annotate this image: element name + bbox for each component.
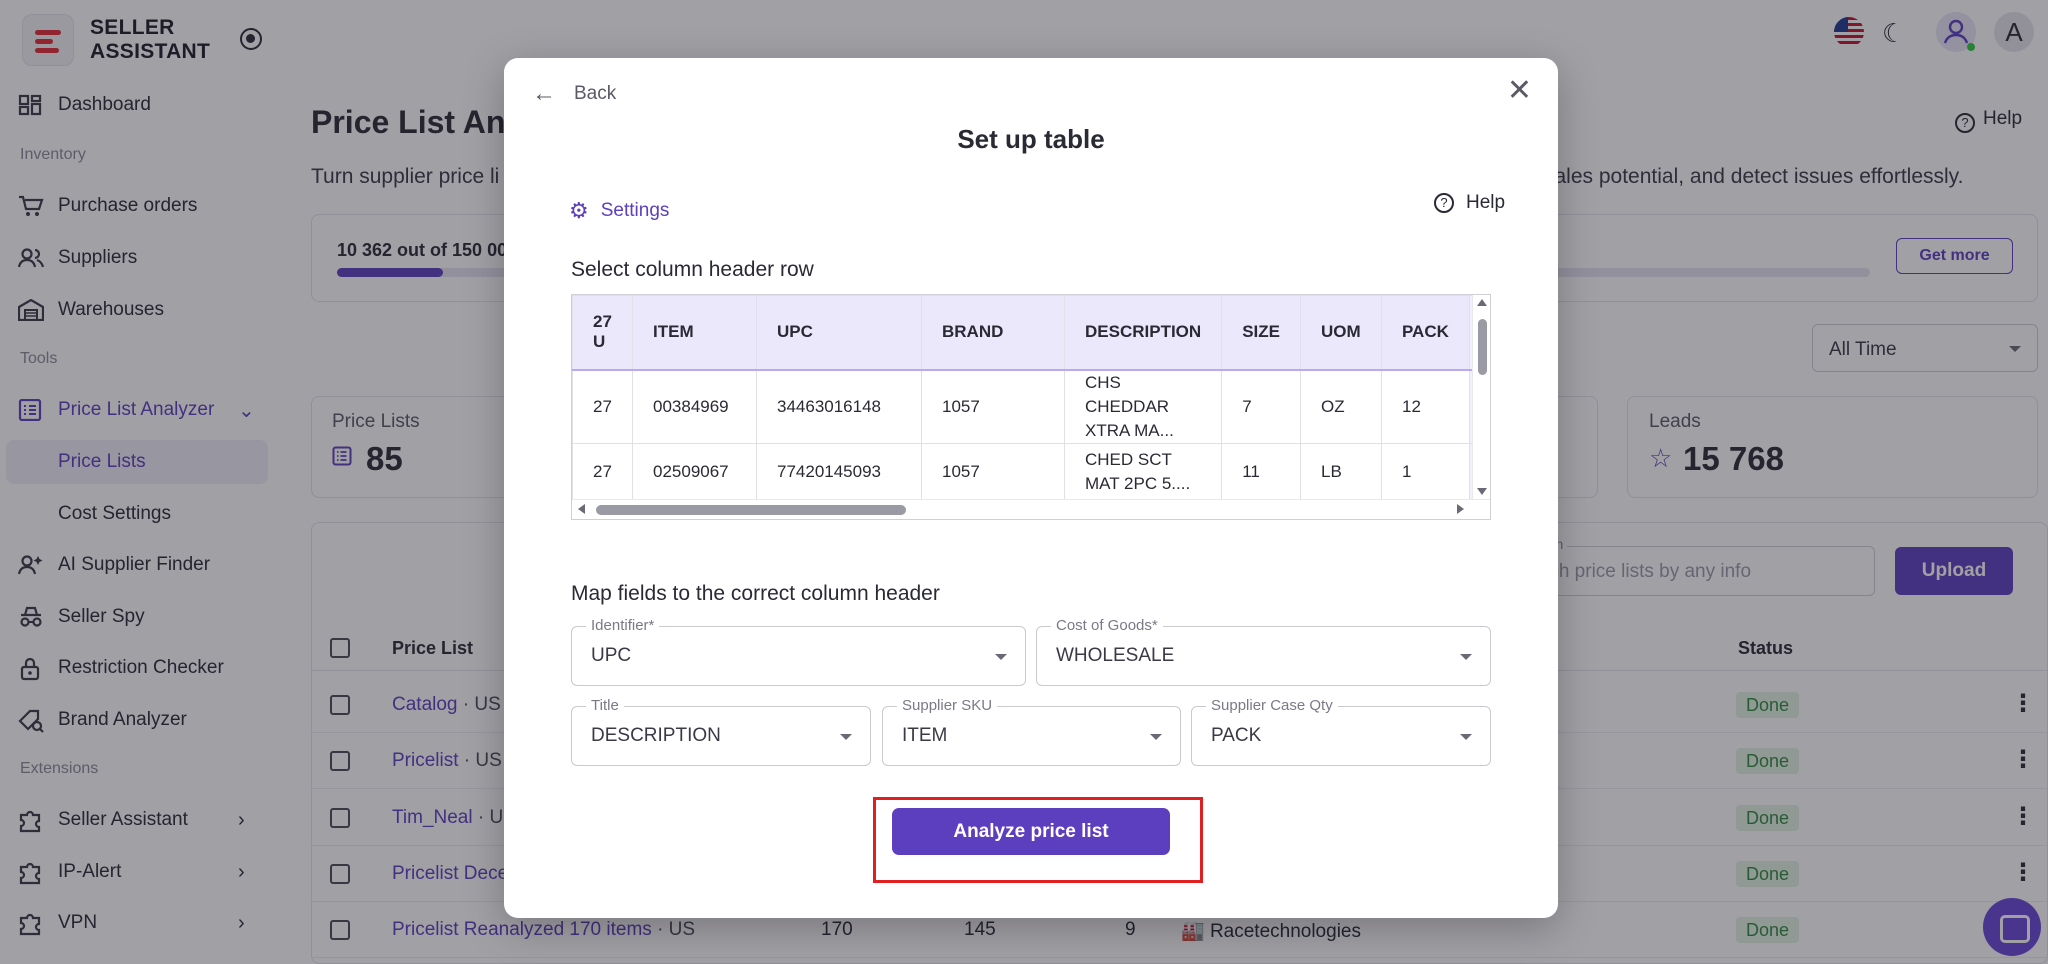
grid-cell[interactable]: 1057 bbox=[921, 443, 1065, 500]
modal-title: Set up table bbox=[957, 124, 1105, 154]
caret-down-icon bbox=[995, 654, 1007, 660]
grid-cell[interactable]: 34463016148 bbox=[756, 369, 922, 444]
field-label: Supplier Case Qty bbox=[1206, 697, 1338, 714]
field-value: WHOLESALE bbox=[1056, 645, 1175, 666]
analyze-price-list-button[interactable]: Analyze price list bbox=[892, 808, 1170, 855]
help-icon: ? bbox=[1434, 193, 1454, 213]
grid-header-cell[interactable]: SIZE bbox=[1221, 295, 1301, 371]
grid-cell[interactable]: 02509067 bbox=[632, 443, 757, 500]
close-icon[interactable]: ✕ bbox=[1507, 76, 1532, 106]
grid-cell[interactable]: OZ bbox=[1299, 369, 1382, 444]
supplier-sku-select[interactable]: Supplier SKU ITEM bbox=[882, 697, 1181, 766]
grid-header-cell[interactable]: UPC bbox=[756, 295, 922, 371]
field-label: Identifier* bbox=[586, 617, 660, 634]
field-value: DESCRIPTION bbox=[591, 725, 721, 746]
grid-cell[interactable]: 7 bbox=[1221, 369, 1301, 444]
scroll-right-icon[interactable] bbox=[1457, 504, 1464, 514]
grid-cell[interactable]: 00384969 bbox=[632, 369, 757, 444]
vertical-scroll-thumb[interactable] bbox=[1478, 319, 1487, 375]
scroll-up-icon[interactable] bbox=[1477, 299, 1487, 306]
setup-table-modal: ← Back ✕ Set up table ⚙ Settings ? Help … bbox=[504, 58, 1558, 918]
grid-row[interactable]: 27 00384969 34463016148 1057 CHS CHEDDAR XTR… bbox=[572, 369, 1490, 444]
arrow-left-icon: ← bbox=[532, 80, 556, 107]
help-label: Help bbox=[1466, 192, 1506, 213]
horizontal-scrollbar[interactable] bbox=[572, 499, 1490, 519]
header-row-grid[interactable]: 27 U ITEM UPC BRAND DESCRIPTION SIZE UOM PACK 27… bbox=[571, 294, 1491, 520]
field-label: Cost of Goods* bbox=[1051, 617, 1163, 634]
grid-cell[interactable]: 27 bbox=[572, 369, 633, 444]
identifier-select[interactable]: Identifier* UPC bbox=[571, 617, 1026, 686]
settings-link[interactable]: ⚙ Settings bbox=[569, 198, 669, 224]
grid-cell[interactable]: 77420145093 bbox=[756, 443, 922, 500]
settings-label: Settings bbox=[600, 200, 670, 221]
grid-cell[interactable]: 27 bbox=[572, 443, 633, 500]
scroll-left-icon[interactable] bbox=[578, 504, 585, 514]
gear-icon: ⚙ bbox=[569, 198, 589, 223]
modal-help-link[interactable]: ? Help bbox=[1434, 192, 1505, 214]
field-value: ITEM bbox=[902, 725, 948, 746]
grid-cell[interactable]: LB bbox=[1299, 443, 1382, 500]
grid-header-row[interactable]: 27 U ITEM UPC BRAND DESCRIPTION SIZE UOM PACK bbox=[572, 295, 1490, 371]
cost-of-goods-select[interactable]: Cost of Goods* WHOLESALE bbox=[1036, 617, 1491, 686]
grid-row[interactable]: 27 02509067 77420145093 1057 CHED SCT MAT 2P… bbox=[572, 443, 1490, 500]
scroll-down-icon[interactable] bbox=[1477, 488, 1487, 495]
grid-cell[interactable]: 11 bbox=[1221, 443, 1301, 500]
grid-header-cell[interactable]: ITEM bbox=[632, 295, 757, 371]
grid-header-cell[interactable]: UOM bbox=[1299, 295, 1382, 371]
back-label: Back bbox=[574, 83, 617, 104]
grid-cell[interactable]: CHED SCT MAT 2PC 5.... bbox=[1063, 443, 1223, 500]
grid-header-cell[interactable]: DESCRIPTION bbox=[1063, 295, 1223, 371]
field-value: PACK bbox=[1211, 725, 1262, 746]
caret-down-icon bbox=[1460, 734, 1472, 740]
select-header-row-heading: Select column header row bbox=[571, 258, 814, 281]
caret-down-icon bbox=[1460, 654, 1472, 660]
field-label: Supplier SKU bbox=[897, 697, 998, 714]
preview-table[interactable]: 27 U ITEM UPC BRAND DESCRIPTION SIZE UOM PACK 27… bbox=[572, 295, 1490, 519]
title-select[interactable]: Title DESCRIPTION bbox=[571, 697, 871, 766]
horizontal-scroll-thumb[interactable] bbox=[596, 505, 906, 515]
caret-down-icon bbox=[1150, 734, 1162, 740]
map-fields-heading: Map fields to the correct column header bbox=[571, 582, 940, 605]
supplier-case-qty-select[interactable]: Supplier Case Qty PACK bbox=[1191, 697, 1491, 766]
grid-header-cell[interactable]: PACK bbox=[1380, 295, 1470, 371]
field-label: Title bbox=[586, 697, 624, 714]
grid-cell[interactable]: CHS CHEDDAR XTRA MA... bbox=[1063, 369, 1223, 444]
grid-cell[interactable]: 12 bbox=[1380, 369, 1470, 444]
caret-down-icon bbox=[840, 734, 852, 740]
vertical-scrollbar[interactable] bbox=[1472, 295, 1490, 519]
grid-cell[interactable]: 1 bbox=[1380, 443, 1470, 500]
grid-header-cell[interactable]: BRAND bbox=[921, 295, 1065, 371]
grid-header-cell[interactable]: 27 U bbox=[572, 295, 633, 371]
grid-cell[interactable]: 1057 bbox=[921, 369, 1065, 444]
field-value: UPC bbox=[591, 645, 632, 666]
back-button[interactable]: ← Back bbox=[532, 80, 616, 108]
